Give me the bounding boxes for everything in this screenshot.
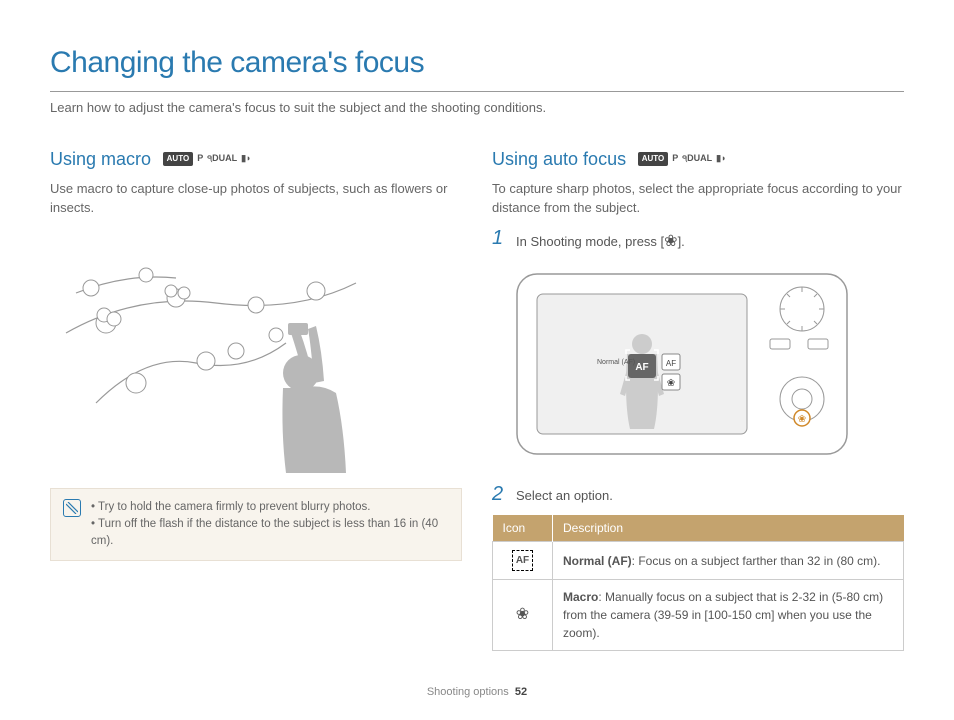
- step-1-text: In Shooting mode, press [❀].: [516, 228, 904, 254]
- macro-heading: Using macro: [50, 146, 151, 173]
- step-2-text: Select an option.: [516, 484, 904, 506]
- focus-options-table: Icon Description AF Normal (AF): Focus o…: [492, 515, 904, 651]
- video-mode-icon: ▮◗: [716, 152, 726, 166]
- camera-illustration: AF Normal (AF) AF ❀: [512, 264, 852, 464]
- autofocus-heading: Using auto focus: [492, 146, 626, 173]
- table-header-icon: Icon: [493, 515, 553, 542]
- table-row: ❀ Macro: Manually focus on a subject tha…: [493, 580, 904, 651]
- macro-description: Use macro to capture close-up photos of …: [50, 179, 462, 218]
- af-icon-cell: AF: [493, 542, 553, 580]
- auto-mode-icon: AUTO: [638, 152, 669, 166]
- footer-section: Shooting options: [427, 686, 509, 698]
- svg-text:❀: ❀: [667, 378, 675, 389]
- content-columns: Using macro AUTO P ੧DUAL ▮◗ Use macro to…: [50, 146, 904, 652]
- step-number: 1: [492, 228, 508, 248]
- flower-button-icon: ❀: [664, 233, 677, 250]
- step-2: 2 Select an option.: [492, 484, 904, 506]
- auto-mode-icon: AUTO: [163, 152, 194, 166]
- intro-text: Learn how to adjust the camera's focus t…: [50, 98, 904, 118]
- page-footer: Shooting options 52: [0, 684, 954, 701]
- dual-mode-icon: ੧DUAL: [682, 152, 712, 166]
- page-title: Changing the camera's focus: [50, 40, 904, 85]
- svg-text:❀: ❀: [798, 414, 806, 425]
- af-icon: AF: [512, 550, 533, 571]
- tip-list: Try to hold the camera firmly to prevent…: [91, 499, 449, 551]
- tip-box: Try to hold the camera firmly to prevent…: [50, 488, 462, 562]
- right-column: Using auto focus AUTO P ੧DUAL ▮◗ To capt…: [492, 146, 904, 652]
- autofocus-mode-icons: AUTO P ੧DUAL ▮◗: [638, 152, 727, 166]
- table-row: AF Normal (AF): Focus on a subject farth…: [493, 542, 904, 580]
- dual-mode-icon: ੧DUAL: [207, 152, 237, 166]
- note-icon: [63, 499, 81, 517]
- title-rule: [50, 91, 904, 92]
- tip-item: Try to hold the camera firmly to prevent…: [91, 499, 449, 516]
- svg-text:AF: AF: [635, 362, 648, 373]
- macro-icon-cell: ❀: [493, 580, 553, 651]
- left-column: Using macro AUTO P ੧DUAL ▮◗ Use macro to…: [50, 146, 462, 652]
- macro-illustration: [50, 233, 462, 473]
- flower-icon: ❀: [516, 606, 529, 623]
- p-mode-icon: P: [672, 152, 678, 166]
- video-mode-icon: ▮◗: [241, 152, 251, 166]
- screen-normal-af-label: Normal (AF): [597, 359, 635, 366]
- page-number: 52: [515, 686, 527, 698]
- step-number: 2: [492, 484, 508, 504]
- macro-description: Macro: Manually focus on a subject that …: [553, 580, 904, 651]
- autofocus-description: To capture sharp photos, select the appr…: [492, 179, 904, 218]
- step-1: 1 In Shooting mode, press [❀].: [492, 228, 904, 254]
- normal-af-description: Normal (AF): Focus on a subject farther …: [553, 542, 904, 580]
- tip-item: Turn off the flash if the distance to th…: [91, 516, 449, 551]
- macro-mode-icons: AUTO P ੧DUAL ▮◗: [163, 152, 252, 166]
- svg-text:AF: AF: [666, 359, 676, 368]
- table-header-description: Description: [553, 515, 904, 542]
- p-mode-icon: P: [197, 152, 203, 166]
